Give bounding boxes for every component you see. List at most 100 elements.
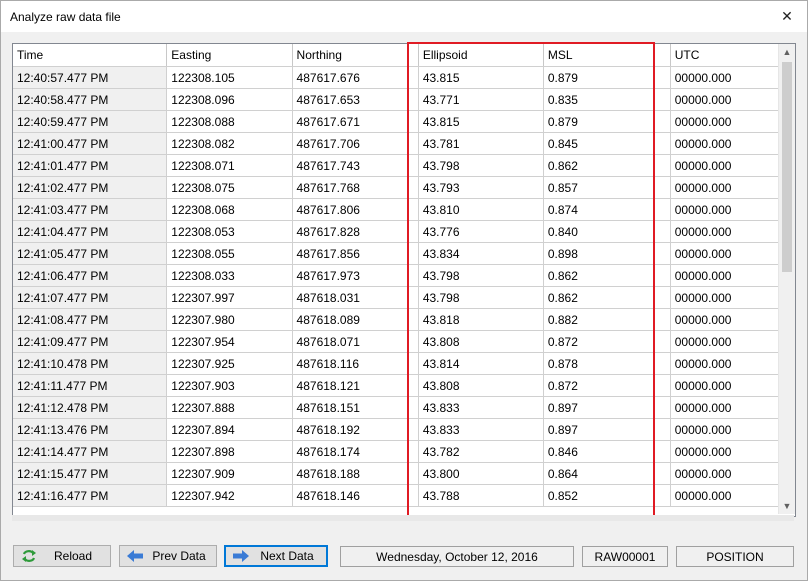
table-cell: 487617.671: [292, 110, 419, 133]
table-cell: 122307.980: [166, 308, 293, 331]
table-cell: 43.776: [418, 220, 544, 243]
table-row[interactable]: 12:41:05.477 PM 122308.055 487617.856 43.83…: [13, 242, 795, 265]
next-data-label: Next Data: [260, 549, 314, 563]
table-row[interactable]: 12:41:09.477 PM 122307.954 487618.071 43.80…: [13, 330, 795, 353]
table-cell: 0.862: [543, 286, 671, 309]
table-cell: 12:41:16.477 PM: [13, 484, 168, 507]
table-cell: 12:41:01.477 PM: [13, 154, 168, 177]
table-row[interactable]: 12:40:59.477 PM 122308.088 487617.671 43.81…: [13, 110, 795, 133]
table-cell: 43.798: [418, 286, 544, 309]
table-cell: 487618.192: [292, 418, 419, 441]
table-body: 12:40:57.477 PM 122308.105 487617.676 43.81…: [13, 66, 795, 507]
table-cell: 487617.743: [292, 154, 419, 177]
table-cell: 487618.089: [292, 308, 419, 331]
table-cell: 00000.000: [670, 198, 795, 221]
prev-data-button[interactable]: Prev Data: [119, 545, 217, 567]
table-cell: 00000.000: [670, 308, 795, 331]
table-cell: 12:40:57.477 PM: [13, 66, 168, 89]
table-row[interactable]: 12:40:57.477 PM 122308.105 487617.676 43.81…: [13, 66, 795, 89]
table-row[interactable]: 12:41:11.477 PM 122307.903 487618.121 43.80…: [13, 374, 795, 397]
table-row[interactable]: 12:41:13.476 PM 122307.894 487618.192 43.83…: [13, 418, 795, 441]
table-cell: 122308.071: [166, 154, 293, 177]
table-cell: 0.874: [543, 198, 671, 221]
table-cell: 0.897: [543, 418, 671, 441]
column-header-msl[interactable]: MSL: [543, 44, 671, 67]
table-cell: 122308.053: [166, 220, 293, 243]
table-cell: 487617.653: [292, 88, 419, 111]
column-header-northing[interactable]: Northing: [292, 44, 419, 67]
table-cell: 487618.071: [292, 330, 419, 353]
table-cell: 487617.676: [292, 66, 419, 89]
status-mode: POSITION: [676, 546, 794, 567]
table-cell: 43.800: [418, 462, 544, 485]
table-row[interactable]: 12:41:10.478 PM 122307.925 487618.116 43.81…: [13, 352, 795, 375]
table-cell: 0.857: [543, 176, 671, 199]
table-cell: 12:41:05.477 PM: [13, 242, 168, 265]
reload-button[interactable]: Reload: [13, 545, 111, 567]
table-cell: 0.898: [543, 242, 671, 265]
reload-label: Reload: [53, 549, 93, 563]
table-cell: 00000.000: [670, 242, 795, 265]
column-header-ellipsoid[interactable]: Ellipsoid: [418, 44, 544, 67]
table-row[interactable]: 12:41:07.477 PM 122307.997 487618.031 43.79…: [13, 286, 795, 309]
table-cell: 487617.768: [292, 176, 419, 199]
table-row[interactable]: 12:41:01.477 PM 122308.071 487617.743 43.79…: [13, 154, 795, 177]
table-cell: 43.815: [418, 110, 544, 133]
prev-data-label: Prev Data: [152, 549, 206, 563]
table-cell: 00000.000: [670, 484, 795, 507]
header-row: Time Easting Northing Ellipsoid MSL UTC: [13, 44, 795, 67]
table-cell: 00000.000: [670, 462, 795, 485]
table-cell: 122308.096: [166, 88, 293, 111]
table-cell: 12:41:03.477 PM: [13, 198, 168, 221]
table-row[interactable]: 12:41:00.477 PM 122308.082 487617.706 43.78…: [13, 132, 795, 155]
table-cell: 12:41:07.477 PM: [13, 286, 168, 309]
data-table: Time Easting Northing Ellipsoid MSL UTC …: [13, 44, 795, 507]
table-row[interactable]: 12:41:02.477 PM 122308.075 487617.768 43.79…: [13, 176, 795, 199]
table-row[interactable]: 12:41:14.477 PM 122307.898 487618.174 43.78…: [13, 440, 795, 463]
table-cell: 12:41:09.477 PM: [13, 330, 168, 353]
next-data-button[interactable]: Next Data: [224, 545, 328, 567]
table-cell: 0.862: [543, 154, 671, 177]
table-cell: 122307.954: [166, 330, 293, 353]
table-cell: 122308.068: [166, 198, 293, 221]
table-row[interactable]: 12:41:16.477 PM 122307.942 487618.146 43.78…: [13, 484, 795, 507]
table-cell: 487618.121: [292, 374, 419, 397]
title-bar: Analyze raw data file ✕: [1, 1, 807, 32]
table-cell: 122307.888: [166, 396, 293, 419]
scroll-up-icon[interactable]: ▲: [779, 44, 795, 60]
scroll-down-icon[interactable]: ▼: [779, 498, 795, 514]
table-row[interactable]: 12:41:06.477 PM 122308.033 487617.973 43.79…: [13, 264, 795, 287]
table-cell: 122308.075: [166, 176, 293, 199]
table-cell: 43.798: [418, 154, 544, 177]
table-cell: 0.872: [543, 330, 671, 353]
table-cell: 0.882: [543, 308, 671, 331]
table-row[interactable]: 12:41:03.477 PM 122308.068 487617.806 43.81…: [13, 198, 795, 221]
horizontal-scrollbar[interactable]: [12, 515, 794, 521]
table-cell: 43.788: [418, 484, 544, 507]
table-row[interactable]: 12:41:15.477 PM 122307.909 487618.188 43.80…: [13, 462, 795, 485]
table-cell: 12:41:13.476 PM: [13, 418, 168, 441]
table-cell: 00000.000: [670, 374, 795, 397]
table-cell: 487618.151: [292, 396, 419, 419]
table-cell: 43.810: [418, 198, 544, 221]
table-cell: 00000.000: [670, 110, 795, 133]
table-cell: 43.798: [418, 264, 544, 287]
column-header-time[interactable]: Time: [13, 44, 168, 67]
table-row[interactable]: 12:41:08.477 PM 122307.980 487618.089 43.81…: [13, 308, 795, 331]
column-header-utc[interactable]: UTC: [670, 44, 795, 67]
scroll-thumb[interactable]: [782, 62, 792, 272]
column-header-easting[interactable]: Easting: [166, 44, 293, 67]
table-cell: 00000.000: [670, 352, 795, 375]
table-cell: 12:41:06.477 PM: [13, 264, 168, 287]
table-cell: 00000.000: [670, 264, 795, 287]
close-icon[interactable]: ✕: [767, 1, 807, 32]
vertical-scrollbar[interactable]: ▲ ▼: [778, 44, 795, 514]
table-cell: 122307.903: [166, 374, 293, 397]
table-row[interactable]: 12:40:58.477 PM 122308.096 487617.653 43.77…: [13, 88, 795, 111]
table-cell: 43.808: [418, 374, 544, 397]
table-cell: 0.879: [543, 110, 671, 133]
table-cell: 12:41:04.477 PM: [13, 220, 168, 243]
table-row[interactable]: 12:41:04.477 PM 122308.053 487617.828 43.77…: [13, 220, 795, 243]
table-row[interactable]: 12:41:12.478 PM 122307.888 487618.151 43.83…: [13, 396, 795, 419]
table-cell: 00000.000: [670, 154, 795, 177]
